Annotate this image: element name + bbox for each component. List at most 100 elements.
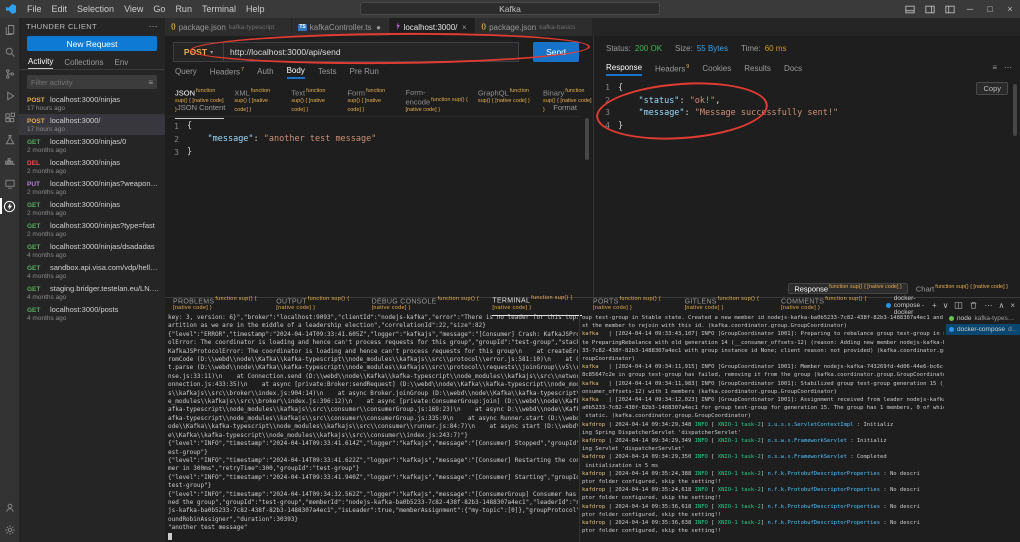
editor-tab[interactable]: {}package.jsonkafka-basics [475,18,593,36]
testing-icon[interactable] [0,132,19,148]
request-tabs-pre-run[interactable]: Pre Run [349,67,378,78]
sidebar-tab-activity[interactable]: Activity [28,57,53,69]
new-request-button[interactable]: New Request [27,36,157,51]
menu-selection[interactable]: Selection [72,4,119,14]
filter-icon[interactable]: ≡ [148,78,153,87]
response-status-bar: Status: 200 OK Size: 55 Bytes Time: 60 m… [606,44,795,53]
explorer-icon[interactable] [0,22,19,38]
method-dropdown[interactable]: POST ▾ [173,42,223,62]
split-terminal-icon[interactable] [954,301,963,310]
editor-tab[interactable]: localhost:3000/× [390,18,476,36]
activity-item[interactable]: GETlocalhost:3000/ninjas?type=fast 2 mon… [19,219,165,240]
maximize-button[interactable]: □ [980,0,1000,18]
activity-item[interactable]: POSTlocalhost:3000/ 17 hours ago [19,114,165,135]
activity-item[interactable]: PUTlocalhost:3000/ninjas?weapon=stars 2 … [19,177,165,198]
filter-activity-input[interactable] [31,78,145,87]
terminal-list-item[interactable]: nodekafka-typescript [946,313,1020,324]
response-tabs-headers[interactable]: Headers9 [655,64,689,76]
activity-item[interactable]: GETlocalhost:3000/ninjas 2 months ago [19,198,165,219]
editor-tab[interactable]: {}package.jsonkafka-typescript [165,18,292,36]
menu-help[interactable]: Help [241,4,270,14]
request-body-code[interactable]: 1{2 "message": "another test message"3} [167,116,581,291]
panel-more-icon[interactable]: ⋯ [984,301,992,310]
kill-terminal-icon[interactable] [969,301,978,310]
minimize-button[interactable]: ─ [960,0,980,18]
terminal-tabs-problems[interactable]: PROBLEMSfunction sup() { [native code] } [173,296,265,316]
request-url-input[interactable] [223,42,519,62]
remote-explorer-icon[interactable] [0,176,19,192]
request-tabs-query[interactable]: Query [175,67,197,78]
menu-run[interactable]: Run [170,4,197,14]
terminal-list-item[interactable]: docker-composedocker [946,324,1020,335]
terminal-dropdown-icon[interactable]: ∨ [943,301,949,310]
request-scrollbar[interactable] [585,118,589,160]
activity-item[interactable]: GETsandbox.api.visa.com/vdp/helloworld 4… [19,261,165,282]
response-bottom-tabs-response[interactable]: Responsefunction sup() { [native code] } [788,283,908,295]
editor-tab[interactable]: TSkafkaController.ts● [292,18,389,36]
activity-item[interactable]: DELlocalhost:3000/ninjas 2 months ago [19,156,165,177]
activity-item[interactable]: GETlocalhost:3000/ninjas/0 2 months ago [19,135,165,156]
menu-terminal[interactable]: Terminal [197,4,241,14]
response-bottom-tabs-chart[interactable]: Chartfunction sup() { [native code] } [916,284,1008,294]
request-tabs-body[interactable]: Body [287,66,305,79]
terminal-left-log[interactable]: key: 3, version: 6}","broker":"localhost… [168,314,578,541]
menu-file[interactable]: File [22,4,47,14]
size-label: Size: [675,44,693,53]
terminal-tabs-terminal[interactable]: TERMINALfunction sup() { [native code] } [492,295,582,316]
menu-view[interactable]: View [119,4,148,14]
vscode-window: FileEditSelectionViewGoRunTerminalHelp K… [0,0,1020,542]
search-icon[interactable] [0,44,19,60]
maximize-panel-icon[interactable]: ∧ [998,301,1004,310]
close-window-button[interactable]: × [1000,0,1020,18]
new-terminal-icon[interactable]: + [932,301,937,310]
customize-layout-icon[interactable] [940,0,960,18]
source-control-icon[interactable] [0,66,19,82]
accounts-icon[interactable] [0,500,19,516]
extensions-icon[interactable] [0,110,19,126]
response-filter-icon[interactable]: ≡ [992,63,997,72]
terminal-tabs-debug-console[interactable]: DEBUG CONSOLEfunction sup() { [native co… [372,296,482,316]
terminal-tabs-output[interactable]: OUTPUTfunction sup() { [native code] } [276,296,360,316]
activity-item[interactable]: POSTlocalhost:3000/ninjas 17 hours ago [19,93,165,114]
response-scrollbar[interactable] [1013,84,1017,136]
close-tab-icon[interactable]: × [460,23,468,32]
request-tabs-tests[interactable]: Tests [318,67,337,78]
terminal-right-log[interactable]: oup test-group in Stable state. Created … [582,314,944,541]
modified-dot-icon[interactable]: ● [375,23,383,32]
terminal-tabs-gitlens[interactable]: GITLENSfunction sup() { [native code] } [685,296,770,316]
terminal-line: kafdrop | 2024-04-14 09:34:29,350 INFO [… [582,453,944,461]
activity-item[interactable]: GETstaging.bridger.testelan.eu/LN.WebSer… [19,282,165,303]
terminal-line: e\\Kafka\\kafka-typescript\\node_modules… [168,432,578,440]
line-number: 1 [598,82,618,95]
run-debug-icon[interactable] [0,88,19,104]
terminal-tabs-ports[interactable]: PORTSfunction sup() { [native code] } [593,296,674,316]
sidebar-tab-collections[interactable]: Collections [64,58,103,69]
request-tabs-headers[interactable]: Headers7 [210,67,244,79]
copy-button[interactable]: Copy [976,82,1008,95]
terminal-split-divider[interactable] [579,314,580,542]
active-terminal-label[interactable]: docker-compose - docker [886,295,926,316]
terminal-tabs-comments[interactable]: COMMENTSfunction sup() { [native code] } [781,296,875,316]
sidebar-tab-env[interactable]: Env [114,58,128,69]
response-tabs-cookies[interactable]: Cookies [702,64,731,75]
response-tabs-response[interactable]: Response [606,63,642,76]
send-button[interactable]: Send [533,42,579,62]
activity-item[interactable]: GETlocalhost:3000/ninjas/dsadadas 4 mont… [19,240,165,261]
activity-item[interactable]: GETlocalhost:3000/posts 4 months ago [19,303,165,324]
toggle-panel-icon[interactable] [900,0,920,18]
toggle-sidebar-icon[interactable] [920,0,940,18]
docker-icon[interactable] [0,154,19,170]
format-link[interactable]: Format [553,103,577,112]
close-panel-icon[interactable]: × [1010,301,1015,310]
thunder-client-icon[interactable] [0,198,19,214]
command-center[interactable]: Kafka [360,2,660,15]
menu-go[interactable]: Go [148,4,170,14]
sidebar-more-icon[interactable]: ⋯ [149,21,158,32]
response-tabs-results[interactable]: Results [744,64,771,75]
response-body-code[interactable]: 1{2 "status": "ok!",3 "message": "Messag… [598,82,980,281]
request-tabs-auth[interactable]: Auth [257,67,273,78]
response-more-icon[interactable]: ⋯ [1004,63,1012,72]
response-tabs-docs[interactable]: Docs [784,64,802,75]
menu-edit[interactable]: Edit [47,4,73,14]
settings-gear-icon[interactable] [0,522,19,538]
